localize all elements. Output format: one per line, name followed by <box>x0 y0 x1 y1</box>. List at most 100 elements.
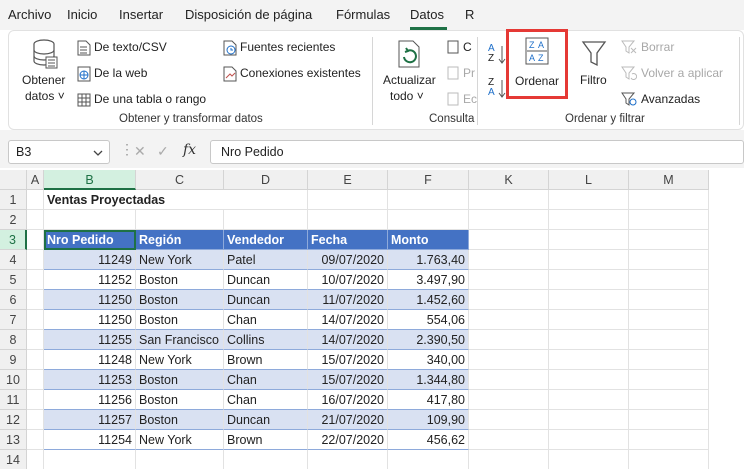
sort-az-button[interactable]: A Z <box>486 43 508 67</box>
row-header-3[interactable]: 3 <box>0 230 27 250</box>
conexiones-existentes-button[interactable]: Conexiones existentes <box>223 65 373 83</box>
grid-cell[interactable] <box>549 390 629 410</box>
table-cell[interactable]: Chan <box>224 370 308 390</box>
table-cell[interactable]: 2.390,50 <box>388 330 469 350</box>
column-header-f[interactable]: F <box>388 170 469 190</box>
row-header-13[interactable]: 13 <box>0 430 27 450</box>
borrar-button[interactable]: Borrar <box>621 39 731 57</box>
grid-cell[interactable] <box>44 450 136 469</box>
grid-cell[interactable] <box>308 450 388 469</box>
table-cell[interactable]: 11255 <box>44 330 136 350</box>
grid-cell[interactable] <box>549 290 629 310</box>
table-cell[interactable]: 14/07/2020 <box>308 330 388 350</box>
table-cell[interactable]: 11249 <box>44 250 136 270</box>
formula-input[interactable]: Nro Pedido <box>210 140 744 164</box>
grid-cell[interactable] <box>629 450 709 469</box>
table-cell[interactable]: 1.763,40 <box>388 250 469 270</box>
table-cell[interactable]: New York <box>136 350 224 370</box>
table-cell[interactable]: Boston <box>136 270 224 290</box>
grid-cell[interactable] <box>469 390 549 410</box>
table-cell[interactable]: 14/07/2020 <box>308 310 388 330</box>
grid-cell[interactable] <box>469 310 549 330</box>
row-header-10[interactable]: 10 <box>0 370 27 390</box>
select-all-corner[interactable] <box>0 170 27 190</box>
table-cell[interactable]: 11256 <box>44 390 136 410</box>
editar-vinculos-button[interactable]: Ec <box>447 91 477 109</box>
row-header-11[interactable]: 11 <box>0 390 27 410</box>
grid-cell[interactable] <box>629 230 709 250</box>
table-cell[interactable]: 11250 <box>44 310 136 330</box>
grid-cell[interactable] <box>224 210 308 230</box>
grid-cell[interactable] <box>629 270 709 290</box>
row-header-9[interactable]: 9 <box>0 350 27 370</box>
grid-cell[interactable] <box>549 350 629 370</box>
grid-cell[interactable] <box>469 330 549 350</box>
grid-cell[interactable] <box>549 230 629 250</box>
grid-cell[interactable] <box>388 450 469 469</box>
grid-cell[interactable] <box>27 410 44 430</box>
name-box[interactable]: B3 <box>8 140 110 164</box>
row-header-6[interactable]: 6 <box>0 290 27 310</box>
table-cell[interactable]: 554,06 <box>388 310 469 330</box>
table-cell[interactable]: 456,62 <box>388 430 469 450</box>
table-cell[interactable]: Boston <box>136 410 224 430</box>
table-cell[interactable]: 1.452,60 <box>388 290 469 310</box>
table-cell[interactable]: Brown <box>224 430 308 450</box>
column-header-l[interactable]: L <box>549 170 629 190</box>
table-header-0[interactable]: Nro Pedido <box>44 230 136 250</box>
column-header-e[interactable]: E <box>308 170 388 190</box>
grid-cell[interactable] <box>27 370 44 390</box>
grid-cell[interactable] <box>629 250 709 270</box>
column-header-k[interactable]: K <box>469 170 549 190</box>
table-cell[interactable]: Boston <box>136 310 224 330</box>
grid-cell[interactable] <box>27 210 44 230</box>
grid-cell[interactable] <box>388 190 469 210</box>
table-header-4[interactable]: Monto <box>388 230 469 250</box>
table-cell[interactable]: 3.497,90 <box>388 270 469 290</box>
grid-cell[interactable] <box>469 430 549 450</box>
tab-archivo[interactable]: Archivo <box>8 7 51 22</box>
fuentes-recientes-button[interactable]: Fuentes recientes <box>223 39 363 57</box>
table-cell[interactable]: Boston <box>136 290 224 310</box>
table-cell[interactable]: Boston <box>136 370 224 390</box>
table-cell[interactable]: Duncan <box>224 410 308 430</box>
grid-cell[interactable] <box>27 290 44 310</box>
grid-cell[interactable] <box>469 250 549 270</box>
grid-cell[interactable] <box>469 270 549 290</box>
sort-za-button[interactable]: Z A <box>486 77 508 101</box>
grid-cell[interactable] <box>27 390 44 410</box>
table-cell[interactable]: Chan <box>224 390 308 410</box>
column-header-c[interactable]: C <box>136 170 224 190</box>
actualizar-todo-button[interactable]: Actualizar todo ˅ <box>379 37 439 107</box>
grid-cell[interactable] <box>469 370 549 390</box>
row-header-7[interactable]: 7 <box>0 310 27 330</box>
table-cell[interactable]: Brown <box>224 350 308 370</box>
grid-cell[interactable] <box>27 270 44 290</box>
table-header-2[interactable]: Vendedor <box>224 230 308 250</box>
row-header-5[interactable]: 5 <box>0 270 27 290</box>
grid-cell[interactable] <box>549 250 629 270</box>
tab-datos[interactable]: Datos <box>410 7 444 22</box>
grid-cell[interactable] <box>136 450 224 469</box>
table-cell[interactable]: Duncan <box>224 270 308 290</box>
table-cell[interactable]: 10/07/2020 <box>308 270 388 290</box>
tab-insertar[interactable]: Insertar <box>119 7 163 22</box>
row-header-1[interactable]: 1 <box>0 190 27 210</box>
column-header-m[interactable]: M <box>629 170 709 190</box>
tab-r[interactable]: R <box>465 7 474 22</box>
grid-cell[interactable] <box>629 390 709 410</box>
grid-cell[interactable] <box>469 350 549 370</box>
table-cell[interactable]: 109,90 <box>388 410 469 430</box>
table-cell[interactable]: 09/07/2020 <box>308 250 388 270</box>
grid-cell[interactable] <box>308 210 388 230</box>
grid-cell[interactable] <box>27 330 44 350</box>
table-cell[interactable]: 16/07/2020 <box>308 390 388 410</box>
grid-cell[interactable] <box>27 350 44 370</box>
insert-function-icon[interactable]: fx <box>183 142 196 158</box>
table-cell[interactable]: Patel <box>224 250 308 270</box>
table-cell[interactable]: New York <box>136 430 224 450</box>
chevron-down-icon[interactable] <box>93 149 103 157</box>
ordenar-button[interactable]: Z A A Z Ordenar <box>506 29 568 99</box>
table-cell[interactable]: 340,00 <box>388 350 469 370</box>
grid-cell[interactable] <box>388 210 469 230</box>
